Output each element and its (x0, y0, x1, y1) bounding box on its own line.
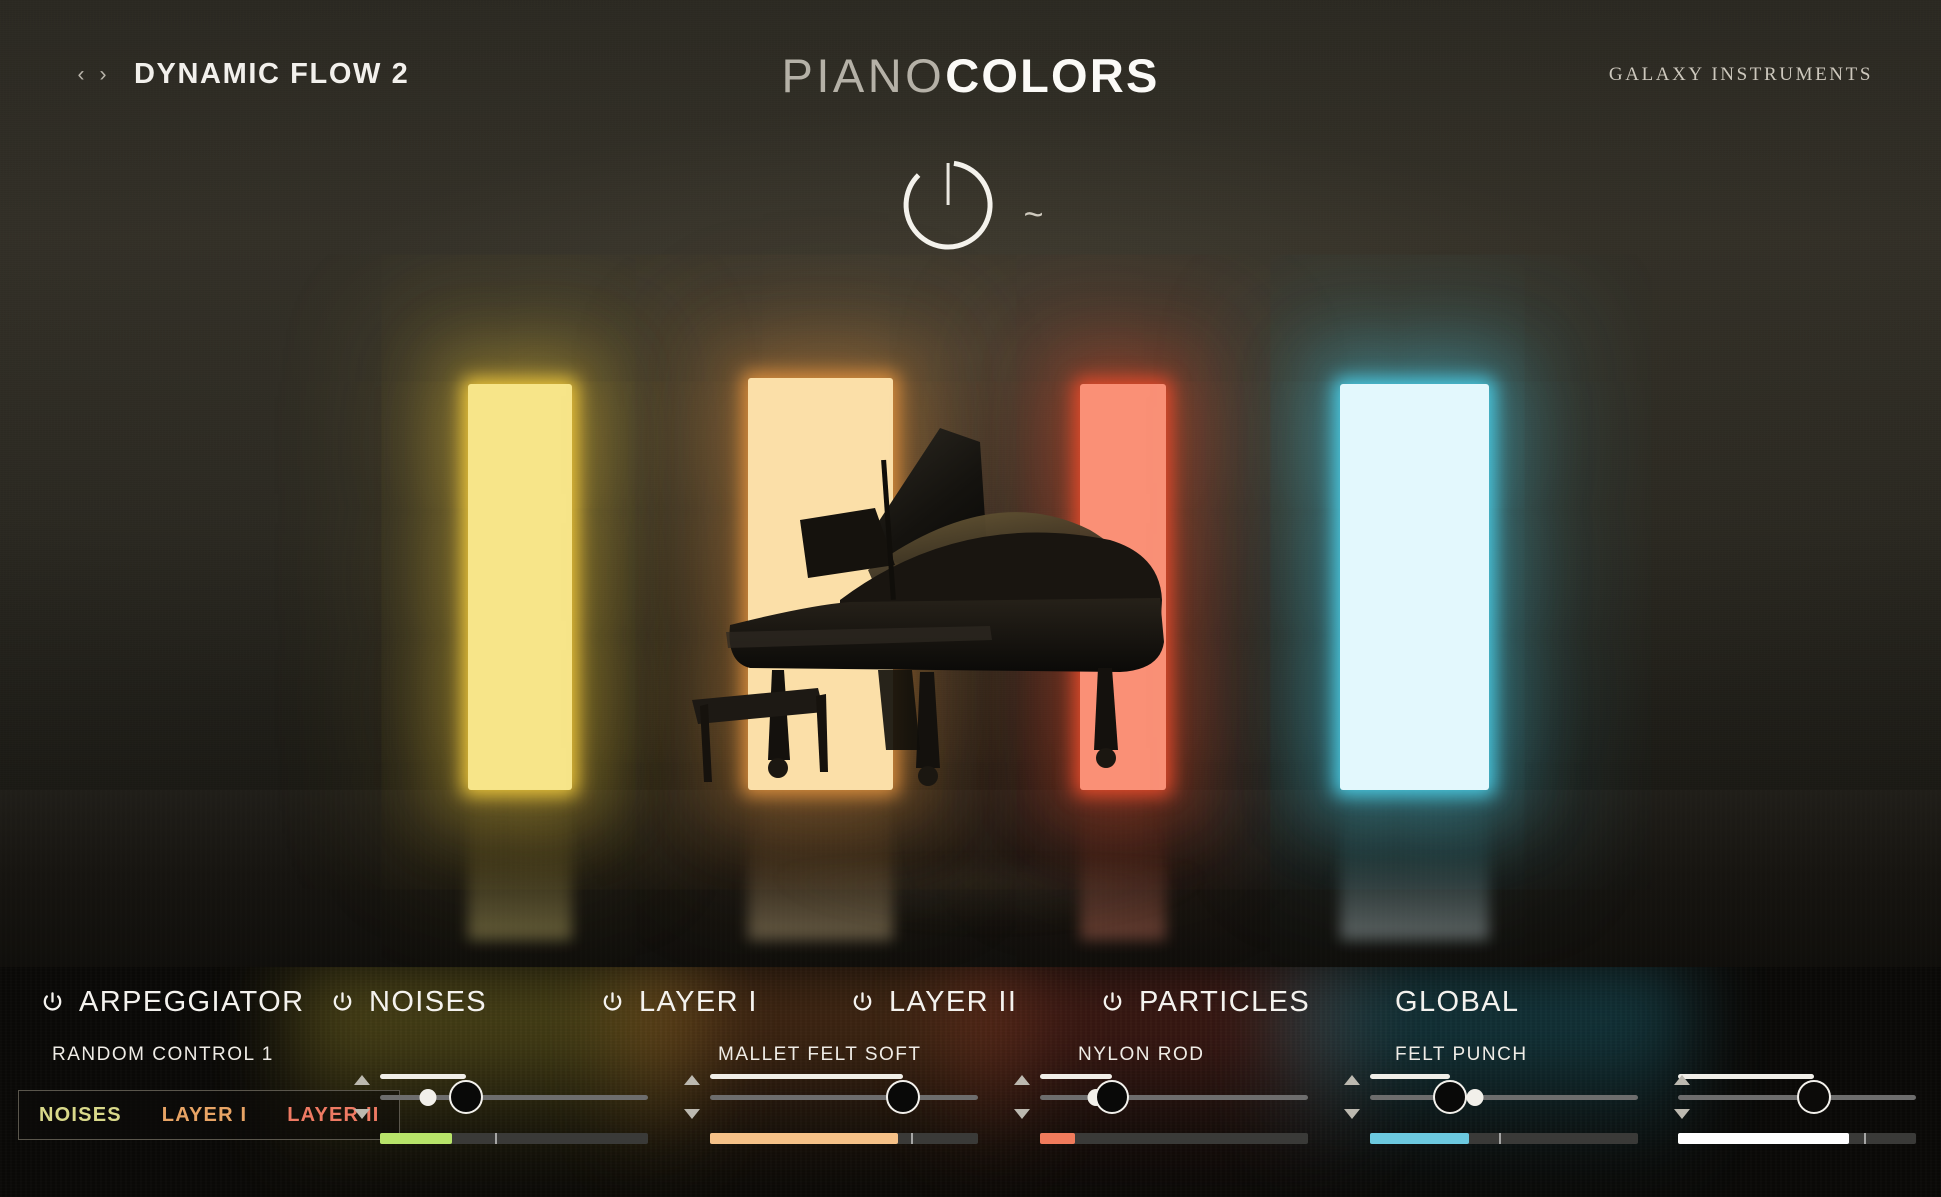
macro-knob-group[interactable]: ~ (898, 155, 1044, 255)
neon-bar-cyan-reflection (1340, 790, 1489, 940)
scene-artwork (0, 0, 1941, 1010)
slider-handle-global[interactable] (1796, 1080, 1831, 1114)
up-down-stepper-icon-1[interactable] (682, 1075, 702, 1119)
stepper-up-arrow[interactable] (1344, 1075, 1360, 1085)
stepper-down-arrow[interactable] (1344, 1109, 1360, 1119)
preset-navigator[interactable]: ‹ › DYNAMIC FLOW 2 (70, 58, 409, 91)
vendor-brand-label: GALAXY INSTRUMENTS (1608, 64, 1873, 85)
section-label-particles: PARTICLES (1139, 986, 1311, 1018)
section-label-layer-2: LAYER II (889, 986, 1018, 1018)
chevron-right-icon[interactable]: › (92, 60, 114, 90)
slider-marker-noises[interactable] (419, 1089, 437, 1106)
slider-track-layer-2[interactable] (1040, 1095, 1308, 1100)
neon-bar-cyan (1340, 384, 1489, 790)
section-title-layer-2: LAYER II (850, 986, 1017, 1019)
macro-knob[interactable] (898, 155, 998, 255)
bottom-control-panel: ARPEGGIATOR RANDOM CONTROL 1 NOISES LAYER I… (0, 967, 1941, 1197)
power-toggle-arpeggiator[interactable] (40, 990, 65, 1015)
preset-name-label[interactable]: DYNAMIC FLOW 2 (134, 58, 409, 91)
stepper-down-arrow[interactable] (1674, 1109, 1690, 1119)
neon-bar-salmon (1080, 384, 1166, 790)
slider-marker-particles[interactable] (1466, 1089, 1484, 1106)
chevron-left-icon[interactable]: ‹ (70, 60, 92, 90)
slider-fill-global (1678, 1074, 1814, 1079)
section-arpeggiator: ARPEGGIATOR RANDOM CONTROL 1 NOISES LAYER I… (0, 967, 401, 1197)
section-title-noises: NOISES (330, 986, 487, 1019)
preset-label-layer-2[interactable]: NYLON ROD (1078, 1044, 1204, 1066)
slider-track-layer-1[interactable] (710, 1095, 978, 1100)
panel-sections: ARPEGGIATOR RANDOM CONTROL 1 NOISES LAYER I… (0, 967, 1941, 1197)
meter-particles (1370, 1133, 1638, 1144)
power-toggle-layer-2[interactable] (850, 990, 875, 1015)
meter-fill-layer-2 (1040, 1133, 1075, 1144)
power-toggle-particles[interactable] (1100, 990, 1125, 1015)
neon-bar-yellow-reflection (468, 790, 572, 940)
stepper-down-arrow[interactable] (1014, 1109, 1030, 1119)
meter-fill-noises (380, 1133, 453, 1144)
product-logo: PIANOCOLORS (781, 48, 1159, 103)
slider-handle-particles[interactable] (1433, 1080, 1468, 1114)
up-down-stepper-icon-2[interactable] (1012, 1075, 1032, 1119)
up-down-stepper-icon-0[interactable] (352, 1075, 372, 1119)
section-global: GLOBAL (1395, 967, 1941, 1197)
up-down-stepper-icon-4[interactable] (1672, 1075, 1692, 1119)
section-label-noises: NOISES (369, 986, 487, 1018)
meter-tick-global (1863, 1133, 1866, 1144)
logo-word-colors: COLORS (945, 49, 1160, 102)
meter-tick-particles (1498, 1133, 1501, 1144)
stepper-up-arrow[interactable] (1674, 1075, 1690, 1085)
section-title-layer-1: LAYER I (600, 986, 758, 1019)
meter-noises (380, 1133, 648, 1144)
stepper-up-arrow[interactable] (684, 1075, 700, 1085)
preset-label-layer-1[interactable]: MALLET FELT SOFT (718, 1044, 922, 1066)
slider-fill-particles (1370, 1074, 1451, 1079)
slider-fill-layer-1 (710, 1074, 903, 1079)
slider-handle-layer-2[interactable] (1095, 1080, 1130, 1114)
stepper-down-arrow[interactable] (354, 1109, 370, 1119)
logo-word-piano: PIANO (781, 49, 946, 102)
power-toggle-layer-1[interactable] (600, 990, 625, 1015)
section-title-arpeggiator: ARPEGGIATOR (40, 986, 304, 1019)
neon-bar-yellow (468, 384, 572, 790)
preset-label-particles[interactable]: FELT PUNCH (1395, 1044, 1528, 1066)
neon-bar-peach (748, 378, 893, 790)
slider-global[interactable] (1678, 1074, 1916, 1120)
stepper-up-arrow[interactable] (1014, 1075, 1030, 1085)
meter-fill-particles (1370, 1133, 1470, 1144)
up-down-stepper-icon-3[interactable] (1342, 1075, 1362, 1119)
meter-tick-layer-1 (911, 1133, 913, 1144)
stepper-down-arrow[interactable] (684, 1109, 700, 1119)
section-label-global: GLOBAL (1395, 986, 1520, 1018)
preset-label-arpeggiator[interactable]: RANDOM CONTROL 1 (52, 1044, 274, 1066)
section-title-particles: PARTICLES (1100, 986, 1310, 1019)
slider-layer-1[interactable] (710, 1074, 978, 1120)
slider-fill-layer-2 (1040, 1074, 1113, 1079)
slider-layer-2[interactable] (1040, 1074, 1308, 1120)
section-label-layer-1: LAYER I (639, 986, 758, 1018)
stepper-up-arrow[interactable] (354, 1075, 370, 1085)
slider-fill-noises (380, 1074, 466, 1079)
power-toggle-noises[interactable] (330, 990, 355, 1015)
meter-fill-global (1678, 1133, 1850, 1144)
section-label-arpeggiator: ARPEGGIATOR (79, 986, 305, 1018)
slider-handle-layer-1[interactable] (885, 1080, 920, 1114)
meter-tick-noises (495, 1133, 498, 1144)
tab-noises[interactable]: NOISES (19, 1091, 142, 1139)
top-header: ‹ › DYNAMIC FLOW 2 PIANOCOLORS GALAXY IN… (0, 0, 1941, 120)
slider-handle-noises[interactable] (448, 1080, 483, 1114)
slider-track-particles[interactable] (1370, 1095, 1638, 1100)
slider-noises[interactable] (380, 1074, 648, 1120)
section-title-global: GLOBAL (1395, 986, 1519, 1019)
meter-layer-2 (1040, 1133, 1308, 1144)
meter-fill-layer-1 (710, 1133, 898, 1144)
tab-layer-i[interactable]: LAYER I (142, 1091, 267, 1139)
plugin-window: ‹ › DYNAMIC FLOW 2 PIANOCOLORS GALAXY IN… (0, 0, 1941, 1197)
meter-layer-1 (710, 1133, 978, 1144)
lfo-wave-icon[interactable]: ~ (1024, 198, 1044, 232)
meter-global (1678, 1133, 1916, 1144)
slider-particles[interactable] (1370, 1074, 1638, 1120)
